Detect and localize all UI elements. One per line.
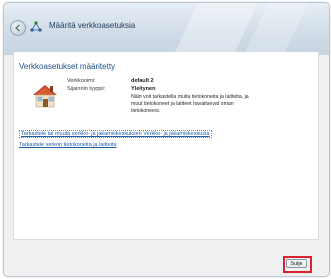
home-network-icon (30, 83, 60, 109)
page-heading: Verkkoasetukset määritetty (19, 62, 116, 71)
location-type-label: Sijainnin tyyppi: (67, 86, 106, 92)
back-button[interactable] (10, 20, 26, 36)
close-button[interactable]: Sulje (286, 259, 307, 268)
network-sharing-center-link[interactable]: Tarkastele tai muuta verkko- ja jakamisk… (19, 130, 212, 138)
location-description: Näin voit tarkastella muita tietokoneita… (131, 94, 249, 114)
network-icon (30, 20, 42, 32)
view-computers-link[interactable]: Tarkastele verkon tietokoneita ja laitte… (19, 142, 117, 148)
back-arrow-icon (15, 24, 20, 32)
window-title: Määritä verkkoasetuksia (49, 21, 136, 30)
network-name-label: Verkkonimi: (67, 78, 96, 84)
network-name-value: default 2 (131, 78, 154, 84)
location-type-value: Yleitynen (131, 86, 156, 92)
